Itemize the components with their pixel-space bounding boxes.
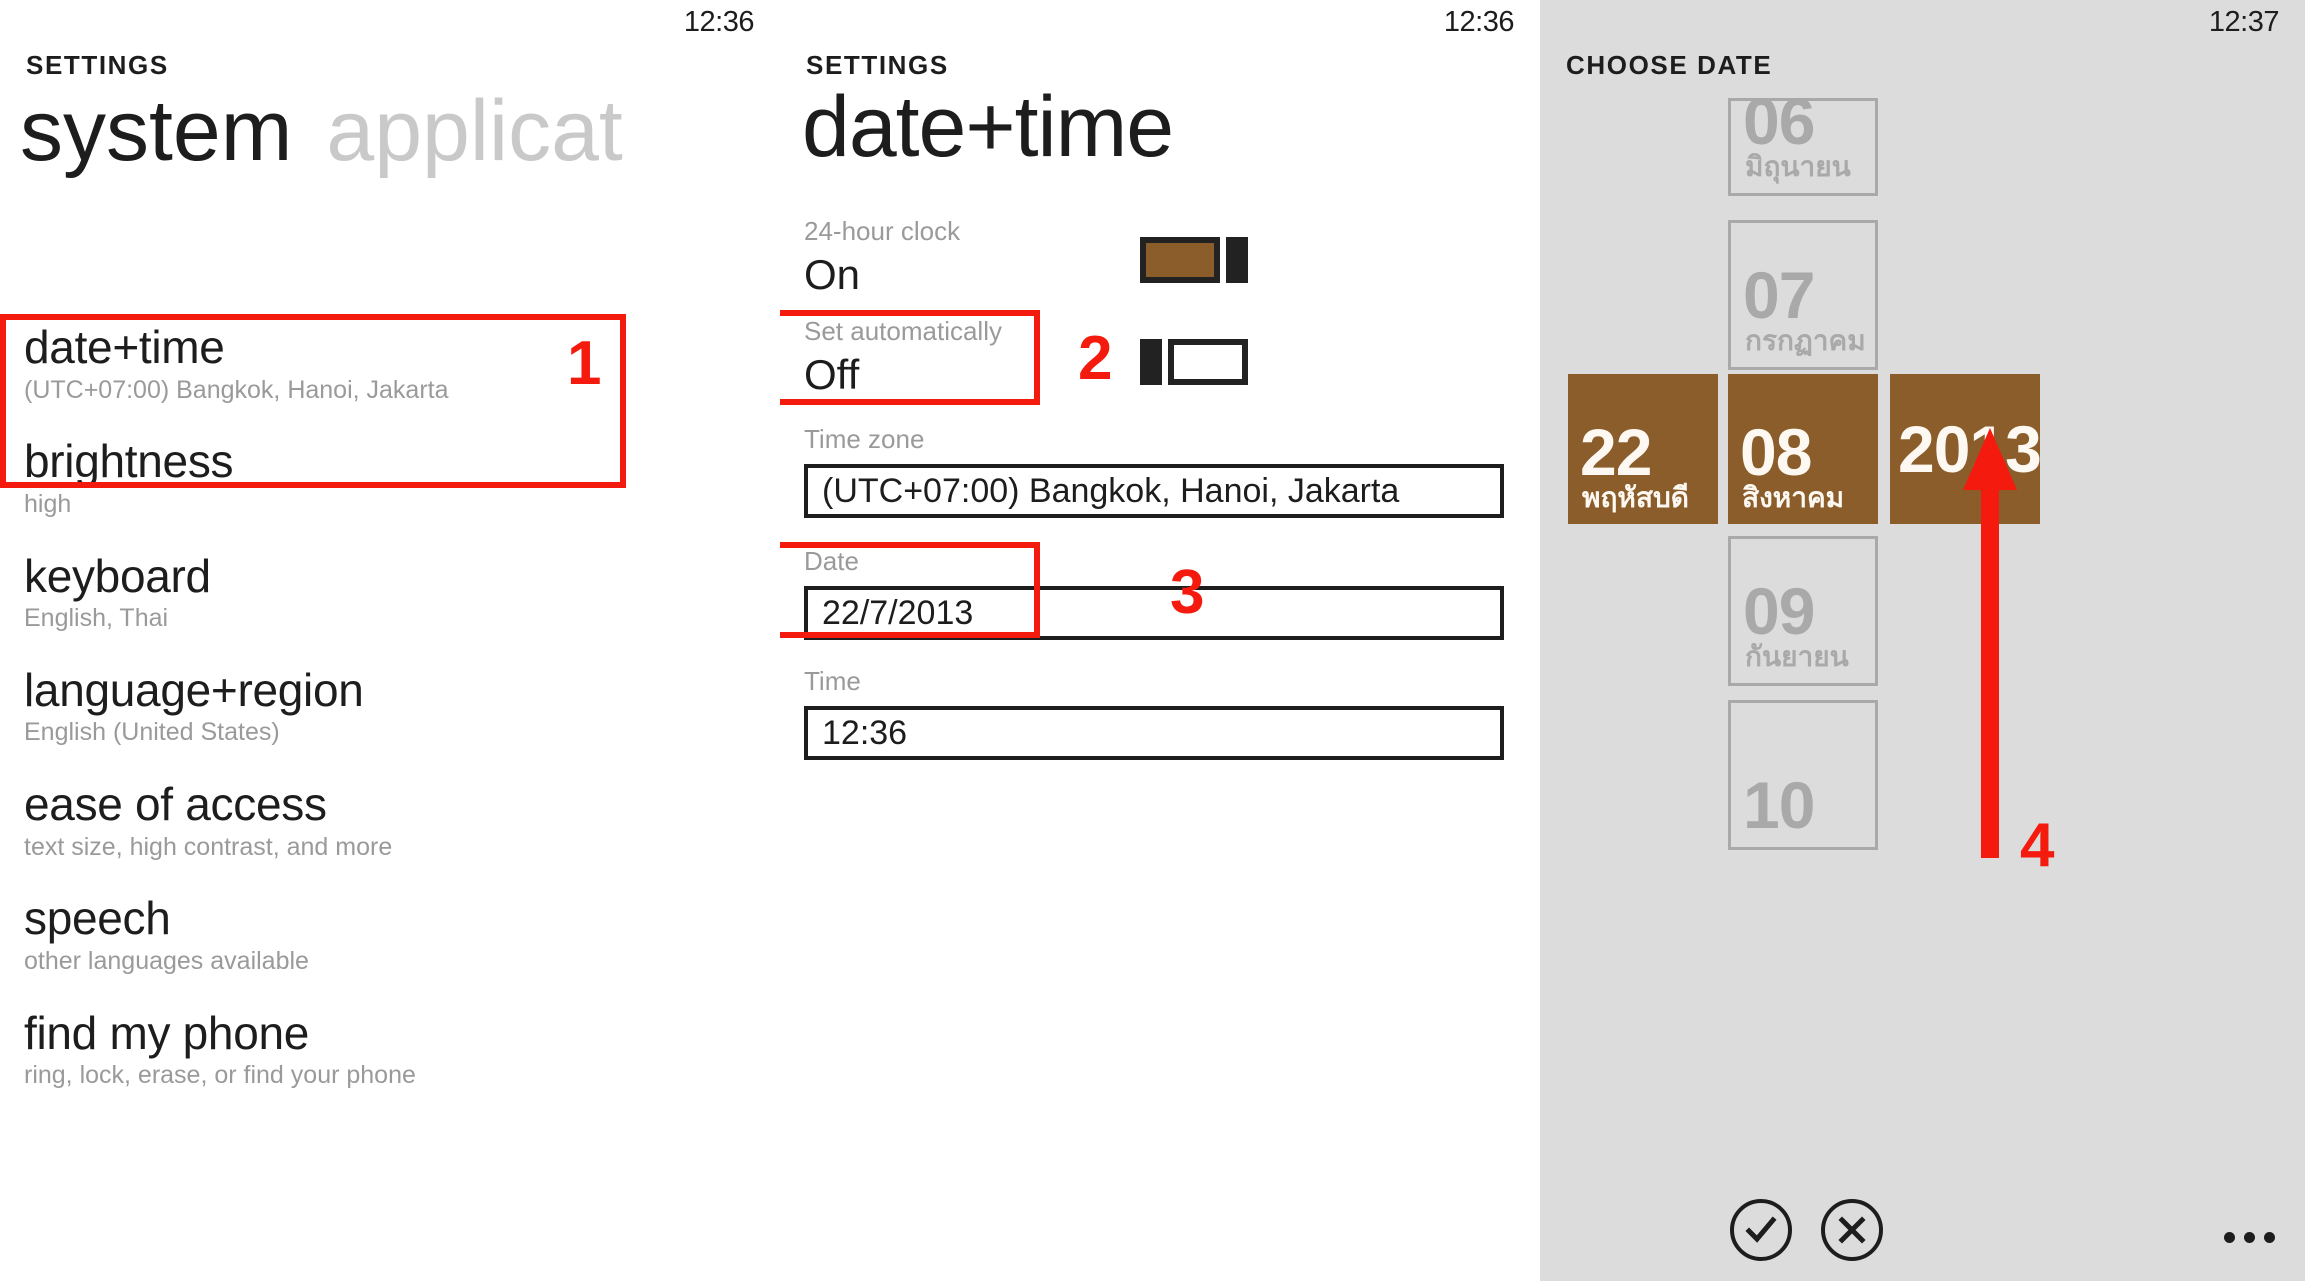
picker-tile-month-selected[interactable]: 08 สิงหาคม	[1728, 374, 1878, 524]
toggle-set-automatically[interactable]	[1140, 339, 1248, 385]
page-header-choose-date: CHOOSE DATE	[1566, 50, 1773, 80]
field-label: Time zone	[804, 424, 925, 454]
sidebar-item-label: language+region	[24, 663, 364, 716]
toggle-thumb	[1226, 237, 1248, 283]
pivot-item-applications[interactable]: applicat	[326, 83, 622, 179]
picker-tile-month-09[interactable]: 09 กันยายน	[1728, 536, 1878, 686]
toggle-track	[1140, 237, 1220, 283]
sidebar-item-brightness[interactable]: brightness high	[24, 436, 744, 518]
toggle-track	[1168, 339, 1248, 385]
settings-list: date+time (UTC+07:00) Bangkok, Hanoi, Ja…	[24, 321, 744, 1122]
toggle-thumb	[1140, 339, 1162, 385]
app-bar	[1540, 1185, 2305, 1281]
picker-tile-sublabel: กันยายน	[1745, 641, 1849, 673]
pivot-item-system[interactable]: system	[20, 83, 292, 179]
annotation-number-step3: 3	[1170, 558, 1205, 627]
toggle-24-hour-clock[interactable]	[1140, 237, 1248, 283]
annotation-number-step4: 4	[2020, 811, 2055, 880]
field-time: Time 12:36	[804, 666, 1504, 761]
close-icon	[1837, 1215, 1867, 1245]
annotation-number-step1: 1	[567, 329, 602, 398]
time-input[interactable]: 12:36	[804, 706, 1504, 761]
cancel-date-button[interactable]	[1821, 1199, 1883, 1261]
ellipsis-dot	[2224, 1232, 2235, 1243]
page-header-settings-left: SETTINGS	[26, 50, 169, 80]
time-zone-select[interactable]: (UTC+07:00) Bangkok, Hanoi, Jakarta	[804, 464, 1504, 519]
sidebar-item-speech[interactable]: speech other languages available	[24, 893, 744, 975]
ellipsis-icon[interactable]	[2224, 1232, 2275, 1243]
screenshot-root: 12:36 SETTINGS system applicat date+time …	[0, 0, 2305, 1281]
sidebar-item-label: brightness	[24, 435, 234, 488]
sidebar-item-sublabel: (UTC+07:00) Bangkok, Hanoi, Jakarta	[24, 375, 449, 404]
sidebar-item-label: date+time	[24, 321, 225, 373]
sidebar-item-find-my-phone[interactable]: find my phone ring, lock, erase, or find…	[24, 1006, 744, 1090]
annotation-arrow-step4	[1955, 428, 2025, 858]
sidebar-item-keyboard[interactable]: keyboard English, Thai	[24, 549, 744, 633]
field-time-zone: Time zone (UTC+07:00) Bangkok, Hanoi, Ja…	[804, 424, 1504, 519]
picker-tile-number: 09	[1743, 573, 1815, 648]
annotation-number-step2: 2	[1078, 324, 1113, 393]
choose-date-panel: 12:37 CHOOSE DATE 22 พฤหัสบดี 06 มิถุนาย…	[1540, 0, 2305, 1281]
picker-tile-month-06[interactable]: 06 มิถุนายน	[1728, 88, 1878, 196]
picker-tile-number: 22	[1580, 414, 1652, 489]
status-bar-clock-middle: 12:36	[1443, 6, 1515, 38]
sidebar-item-sublabel: English, Thai	[24, 604, 169, 633]
picker-tile-day-selected[interactable]: 22 พฤหัสบดี	[1568, 374, 1718, 524]
date-time-panel: 12:36 SETTINGS date+time 24-hour clock O…	[780, 0, 1540, 1281]
sidebar-item-label: find my phone	[24, 1006, 310, 1059]
sidebar-item-sublabel: text size, high contrast, and more	[24, 832, 393, 861]
picker-tile-month-07[interactable]: 07 กรกฏาคม	[1728, 220, 1878, 370]
picker-tile-month-10[interactable]: 10	[1728, 700, 1878, 850]
picker-tile-number: 06	[1743, 83, 1815, 158]
picker-tile-sublabel: กรกฏาคม	[1745, 325, 1866, 357]
picker-tile-number: 10	[1743, 768, 1815, 843]
picker-tile-number: 08	[1740, 414, 1812, 489]
page-header-settings-middle: SETTINGS	[806, 50, 949, 80]
date-input[interactable]: 22/7/2013	[804, 586, 1504, 641]
picker-tile-sublabel: มิถุนายน	[1745, 151, 1851, 183]
page-title-date-time: date+time	[802, 79, 1174, 175]
sidebar-item-ease-of-access[interactable]: ease of access text size, high contrast,…	[24, 779, 744, 861]
accept-date-button[interactable]	[1730, 1199, 1792, 1261]
sidebar-item-sublabel: ring, lock, erase, or find your phone	[24, 1061, 416, 1090]
sidebar-item-label: speech	[24, 892, 171, 945]
sidebar-item-language-region[interactable]: language+region English (United States)	[24, 663, 744, 747]
sidebar-item-sublabel: other languages available	[24, 946, 309, 975]
field-label: Date	[804, 546, 859, 576]
picker-tile-number: 07	[1743, 257, 1815, 332]
ellipsis-dot	[2244, 1232, 2255, 1243]
picker-tile-sublabel: สิงหาคม	[1742, 482, 1845, 514]
check-icon	[1744, 1213, 1778, 1247]
sidebar-item-sublabel: high	[24, 489, 72, 518]
sidebar-item-label: keyboard	[24, 549, 211, 602]
status-bar-clock-left: 12:36	[683, 6, 755, 38]
sidebar-item-date-time[interactable]: date+time (UTC+07:00) Bangkok, Hanoi, Ja…	[24, 321, 744, 404]
picker-tile-sublabel: พฤหัสบดี	[1582, 482, 1689, 514]
field-label: Time	[804, 666, 861, 696]
picker-tile-sublabel	[1731, 837, 1875, 847]
status-bar-clock-right: 12:37	[2208, 6, 2280, 38]
sidebar-item-sublabel: English (United States)	[24, 718, 280, 747]
settings-system-panel: 12:36 SETTINGS system applicat date+time …	[0, 0, 780, 1281]
pivot-header: system applicat	[20, 88, 623, 174]
field-date: Date 22/7/2013	[804, 546, 1504, 641]
sidebar-item-label: ease of access	[24, 778, 327, 831]
ellipsis-dot	[2264, 1232, 2275, 1243]
